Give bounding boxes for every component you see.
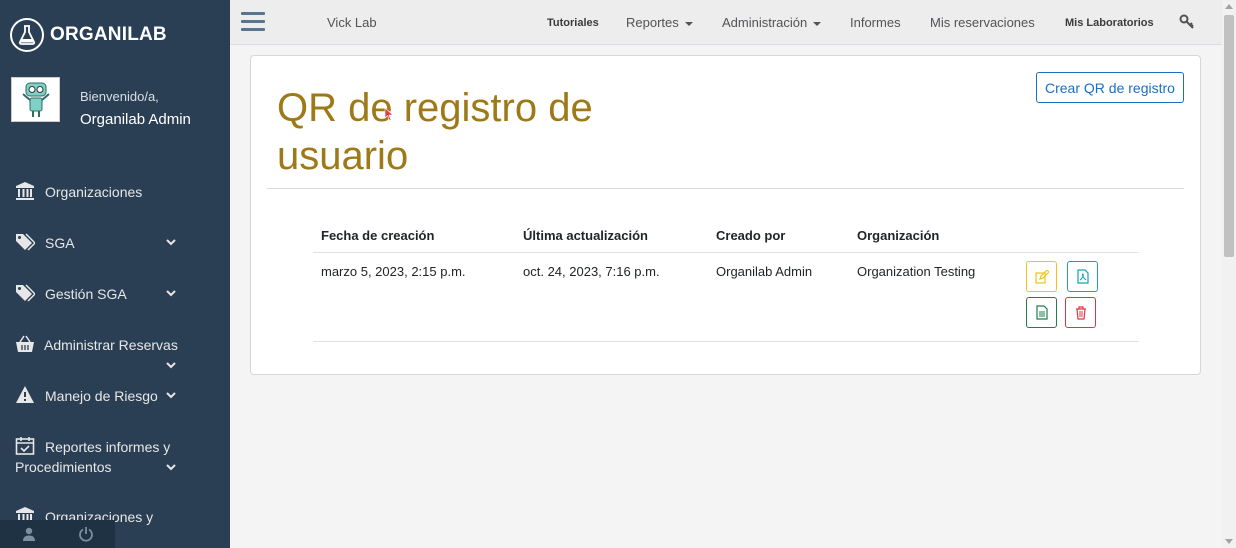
nav-administracion-label: Administración: [722, 15, 808, 30]
file-pdf-icon: [1076, 269, 1089, 284]
tags-icon: [16, 284, 35, 302]
sidebar-item-manejo-de-riesgo[interactable]: Manejo de Riesgo: [0, 385, 230, 407]
table-header-border: [313, 252, 1139, 253]
cell-fecha-creacion: marzo 5, 2023, 2:15 p.m.: [321, 264, 466, 279]
scroll-down-icon[interactable]: [1225, 539, 1233, 544]
delete-button[interactable]: [1065, 297, 1096, 328]
column-header-ultima-actualizacion[interactable]: Última actualización: [523, 228, 648, 243]
avatar: [11, 77, 60, 122]
sidebar-item-label: Administrar Reservas: [44, 337, 178, 353]
lab-name: Vick Lab: [327, 15, 377, 30]
welcome-text: Bienvenido/a,: [80, 89, 159, 104]
flask-icon: [10, 18, 44, 52]
caret-down-icon: [813, 21, 822, 26]
nav-mis-reservaciones[interactable]: Mis reservaciones: [930, 15, 1035, 30]
cell-ultima-actualizacion: oct. 24, 2023, 7:16 p.m.: [523, 264, 660, 279]
cell-creado-por: Organilab Admin: [716, 264, 813, 279]
page-title: QR de registro de usuario: [277, 86, 593, 178]
calendar-check-icon: [15, 437, 35, 455]
chevron-down-icon: [166, 464, 176, 471]
chevron-down-icon: [166, 362, 176, 369]
edit-button[interactable]: [1026, 261, 1057, 292]
tags-icon: [16, 233, 35, 251]
menu-toggle-icon[interactable]: [241, 12, 265, 32]
column-header-fecha-creacion[interactable]: Fecha de creación: [321, 228, 434, 243]
top-navbar: Vick Lab Tutoriales Reportes Administrac…: [230, 0, 1222, 45]
user-profile-button[interactable]: [0, 520, 57, 548]
view-document-button[interactable]: [1026, 297, 1057, 328]
sidebar-item-label: Gestión SGA: [45, 286, 127, 302]
create-qr-button[interactable]: Crear QR de registro: [1036, 72, 1184, 103]
chevron-down-icon: [166, 290, 176, 297]
sidebar-item-organizaciones[interactable]: Organizaciones: [0, 181, 230, 203]
trash-icon: [1075, 305, 1086, 320]
sidebar-item-gestion-sga[interactable]: Gestión SGA: [0, 283, 230, 305]
power-icon: [78, 527, 93, 542]
sidebar-item-label: SGA: [45, 235, 75, 251]
nav-informes[interactable]: Informes: [850, 15, 901, 30]
sidebar-item-label: Reportes informes y: [45, 439, 171, 455]
content-card: QR de registro de usuario Crear QR de re…: [250, 55, 1201, 375]
basket-icon: [16, 335, 34, 352]
file-text-icon: [1035, 305, 1048, 320]
nav-tutoriales[interactable]: Tutoriales: [547, 17, 599, 29]
sidebar-item-sga[interactable]: SGA: [0, 232, 230, 254]
caret-down-icon: [684, 21, 693, 26]
divider: [267, 188, 1184, 189]
brand[interactable]: ORGANILAB: [10, 18, 167, 52]
sidebar-footer: [0, 520, 115, 548]
nav-reportes-label: Reportes: [626, 15, 679, 30]
sidebar-item-label: Organizaciones: [45, 184, 143, 200]
sidebar-item-label: Manejo de Riesgo: [45, 388, 158, 404]
table-row-border: [313, 341, 1139, 342]
nav-mis-laboratorios[interactable]: Mis Laboratorios: [1065, 17, 1154, 29]
scroll-thumb[interactable]: [1224, 15, 1234, 257]
page-scrollbar[interactable]: [1222, 0, 1236, 548]
chevron-down-icon: [166, 392, 176, 399]
sidebar-item-administrar-reservas[interactable]: Administrar Reservas: [0, 334, 230, 374]
edit-icon: [1034, 269, 1049, 284]
sidebar: ORGANILAB Bienvenido/a, Organilab Admin …: [0, 0, 230, 548]
chevron-down-icon: [166, 239, 176, 246]
scroll-up-icon[interactable]: [1225, 4, 1233, 9]
warning-icon: [16, 386, 34, 403]
logout-button[interactable]: [57, 520, 114, 548]
user-icon: [22, 527, 35, 541]
cell-organizacion: Organization Testing: [857, 264, 976, 279]
brand-name: ORGANILAB: [50, 24, 167, 45]
column-header-organizacion[interactable]: Organización: [857, 228, 939, 243]
user-name: Organilab Admin: [80, 111, 191, 128]
cursor-icon: [384, 107, 394, 121]
nav-reportes-dropdown[interactable]: Reportes: [626, 15, 693, 30]
column-header-creado-por[interactable]: Creado por: [716, 228, 785, 243]
download-pdf-button[interactable]: [1067, 261, 1098, 292]
institution-icon: [16, 182, 34, 200]
sidebar-item-reportes-informes[interactable]: Reportes informes y Procedimientos: [0, 436, 230, 478]
key-icon[interactable]: [1179, 14, 1195, 30]
nav-administracion-dropdown[interactable]: Administración: [722, 15, 822, 30]
sidebar-item-label-line2: Procedimientos: [15, 459, 112, 475]
